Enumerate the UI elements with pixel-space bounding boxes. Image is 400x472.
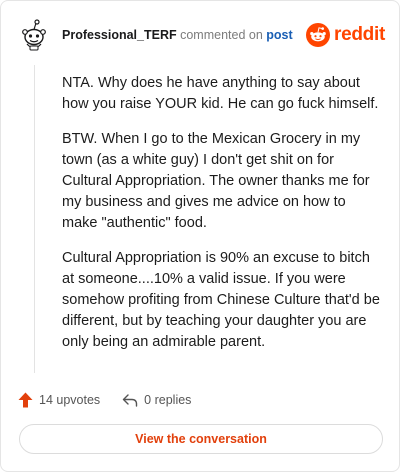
comment-embed-card: Professional_TERF commented on post redd… xyxy=(0,0,400,472)
view-conversation-button[interactable]: View the conversation xyxy=(19,424,383,454)
action-text: commented on xyxy=(180,28,263,42)
upvotes-count: 14 upvotes xyxy=(39,393,101,407)
replies-count: 0 replies xyxy=(144,393,192,407)
comment-meta: Professional_TERF commented on post xyxy=(62,27,306,43)
comment-header: Professional_TERF commented on post redd… xyxy=(17,15,385,55)
comment-body: NTA. Why does he have anything to say ab… xyxy=(62,73,384,367)
replies-stat[interactable]: 0 replies xyxy=(122,393,191,407)
reddit-logo-icon xyxy=(306,23,331,47)
snoo-avatar-icon[interactable] xyxy=(17,17,53,53)
comment-paragraph: BTW. When I go to the Mexican Grocery in… xyxy=(62,131,370,231)
comment-paragraph: NTA. Why does he have anything to say ab… xyxy=(62,75,379,112)
thread-line[interactable] xyxy=(34,65,35,373)
comment-footer: 14 upvotes 0 replies xyxy=(18,390,213,410)
upvote-arrow-icon xyxy=(18,392,33,408)
reddit-brand[interactable]: reddit xyxy=(306,23,385,47)
reddit-wordmark: reddit xyxy=(334,24,385,45)
upvotes-stat[interactable]: 14 upvotes xyxy=(18,392,100,408)
username-link[interactable]: Professional_TERF xyxy=(62,28,177,42)
post-link[interactable]: post xyxy=(266,28,292,42)
comment-paragraph: Cultural Appropriation is 90% an excuse … xyxy=(62,250,380,350)
reply-arrow-icon xyxy=(122,394,138,407)
